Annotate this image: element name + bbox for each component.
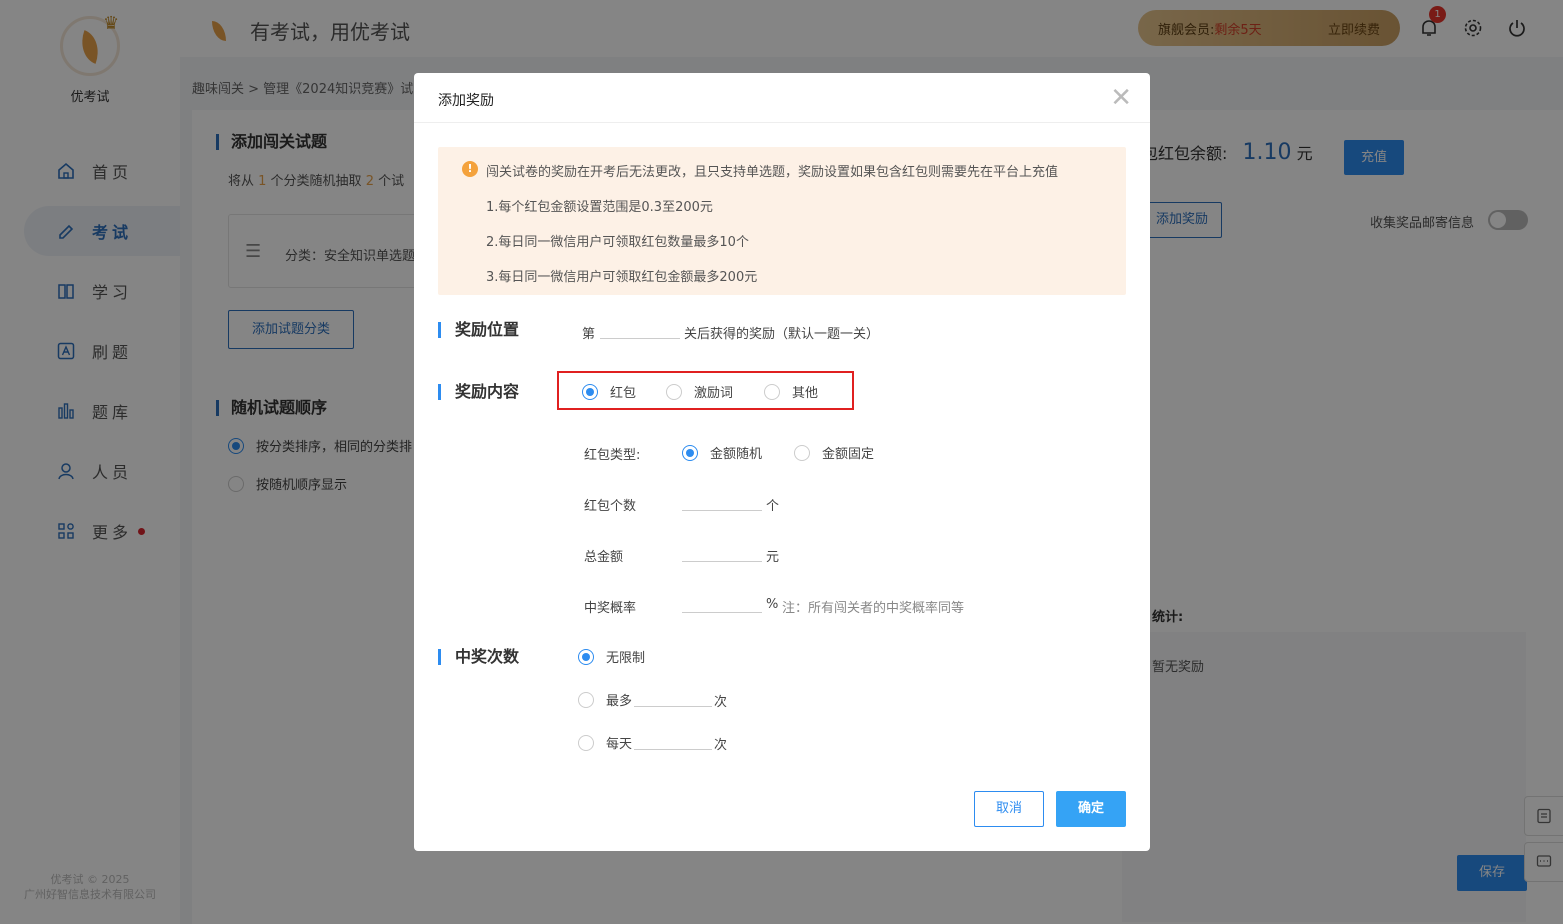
notice-line: 闯关试卷的奖励在开考后无法更改，且只支持单选题，奖励设置如果包含红包则需要先在平… xyxy=(486,165,1059,180)
probability-label: 中奖概率 xyxy=(584,601,637,616)
redpacket-count-input[interactable] xyxy=(682,489,762,511)
notice-line: 2.每日同一微信用户可领取红包数量最多10个 xyxy=(486,235,749,250)
total-amount-label: 总金额 xyxy=(584,550,624,565)
position-suffix: 关后获得的奖励（默认一题一关） xyxy=(684,327,880,342)
reward-position-title: 奖励位置 xyxy=(438,322,519,338)
notice-line: 3.每日同一微信用户可领取红包金额最多200元 xyxy=(486,270,758,285)
option-label: 最多 xyxy=(606,694,633,709)
option-label: 无限制 xyxy=(606,651,646,666)
content-option-other[interactable]: 其他 xyxy=(764,382,818,401)
radio[interactable] xyxy=(578,648,594,665)
radio[interactable] xyxy=(578,691,594,708)
probability-unit: % xyxy=(766,597,779,612)
radio[interactable] xyxy=(666,383,682,400)
notice-line: 1.每个红包金额设置范围是0.3至200元 xyxy=(486,200,713,215)
redpacket-count-unit: 个 xyxy=(766,499,780,514)
dialog-title: 添加奖励 xyxy=(438,93,494,109)
win-times-title: 中奖次数 xyxy=(438,649,519,665)
option-label: 其他 xyxy=(792,386,819,401)
warning-icon: ! xyxy=(462,161,478,177)
radio[interactable] xyxy=(582,383,598,400)
option-label: 金额随机 xyxy=(710,447,763,462)
cancel-button[interactable]: 取消 xyxy=(974,791,1044,827)
max-times-input[interactable] xyxy=(634,685,712,707)
times-option-unlimited[interactable]: 无限制 xyxy=(578,647,645,666)
radio[interactable] xyxy=(578,734,594,751)
notice-box: ! 闯关试卷的奖励在开考后无法更改，且只支持单选题，奖励设置如果包含红包则需要先… xyxy=(438,147,1126,295)
total-amount-input[interactable] xyxy=(682,540,762,562)
content-option-encouragement[interactable]: 激励词 xyxy=(666,382,733,401)
option-label: 红包 xyxy=(610,386,637,401)
option-label: 激励词 xyxy=(694,386,734,401)
times-option-max[interactable]: 最多 xyxy=(578,690,632,709)
daily-times-unit: 次 xyxy=(714,738,728,753)
total-amount-unit: 元 xyxy=(766,550,780,565)
position-prefix: 第 xyxy=(582,327,596,342)
add-reward-dialog: 添加奖励 ✕ ! 闯关试卷的奖励在开考后无法更改，且只支持单选题，奖励设置如果包… xyxy=(414,73,1150,851)
redpacket-count-label: 红包个数 xyxy=(584,499,637,514)
times-option-daily[interactable]: 每天 xyxy=(578,733,632,752)
radio[interactable] xyxy=(764,383,780,400)
confirm-button[interactable]: 确定 xyxy=(1056,791,1126,827)
reward-content-title: 奖励内容 xyxy=(438,384,519,400)
redpacket-type-fixed[interactable]: 金额固定 xyxy=(794,443,874,462)
max-times-unit: 次 xyxy=(714,695,728,710)
daily-times-input[interactable] xyxy=(634,728,712,750)
radio[interactable] xyxy=(794,444,810,461)
content-option-redpacket[interactable]: 红包 xyxy=(582,382,636,401)
dialog-header: 添加奖励 ✕ xyxy=(414,73,1150,123)
close-icon[interactable]: ✕ xyxy=(1110,85,1132,111)
option-label: 金额固定 xyxy=(822,447,875,462)
probability-input[interactable] xyxy=(682,591,762,613)
probability-note: 注：所有闯关者的中奖概率同等 xyxy=(782,601,965,616)
radio[interactable] xyxy=(682,444,698,461)
position-input[interactable] xyxy=(600,317,680,339)
option-label: 每天 xyxy=(606,737,633,752)
redpacket-type-label: 红包类型: xyxy=(584,448,641,463)
redpacket-type-random[interactable]: 金额随机 xyxy=(682,443,762,462)
